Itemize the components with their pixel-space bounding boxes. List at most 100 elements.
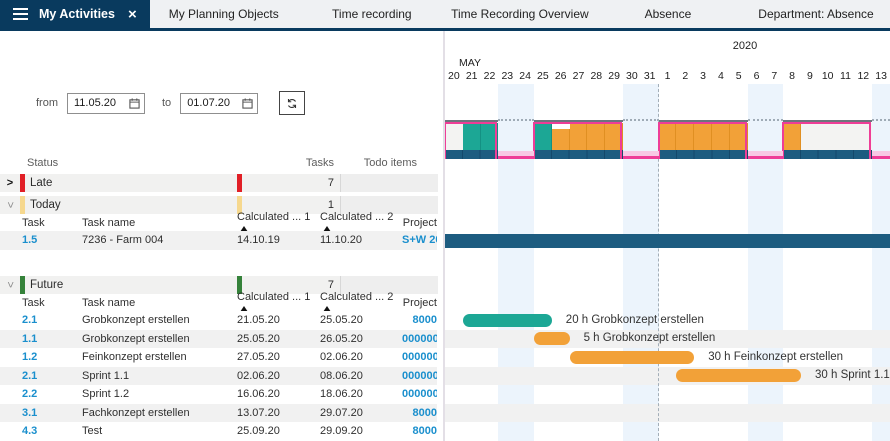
task-id-link[interactable]: 1.5: [0, 234, 82, 246]
gantt-bar-label: 30 h Sprint 1.1: [815, 369, 890, 382]
project-col-header[interactable]: Project: [402, 217, 437, 229]
task-name-cell: Feinkonzept erstellen: [82, 351, 237, 363]
tab-time-recording[interactable]: Time recording: [298, 0, 446, 28]
timeline-day-label[interactable]: 4: [712, 70, 730, 82]
tab-my-planning-objects[interactable]: My Planning Objects: [150, 0, 298, 28]
task-id-link[interactable]: 2.2: [0, 388, 82, 400]
timeline-day-label[interactable]: 2: [676, 70, 694, 82]
task-id-link[interactable]: 1.2: [0, 351, 82, 363]
project-link[interactable]: 000000: [402, 351, 437, 363]
expand-group-icon[interactable]: >: [3, 174, 17, 192]
gantt-bar[interactable]: [570, 351, 695, 364]
project-link[interactable]: 8000: [402, 425, 437, 437]
task-id-link[interactable]: 3.1: [0, 407, 82, 419]
timeline-day-label[interactable]: 13: [872, 70, 890, 82]
collapse-group-icon[interactable]: >: [1, 278, 19, 292]
timeline-day-label[interactable]: 10: [819, 70, 837, 82]
timeline-day-label[interactable]: 22: [481, 70, 499, 82]
timeline-day-label[interactable]: 12: [854, 70, 872, 82]
group-todo-cell: [340, 174, 438, 192]
project-link[interactable]: 000000: [402, 388, 437, 400]
task-col-header[interactable]: Task: [0, 217, 82, 229]
table-row[interactable]: 4.3Test25.09.2029.09.208000: [0, 422, 437, 441]
timeline-day-label[interactable]: 5: [730, 70, 748, 82]
group-task-count: 7: [237, 279, 340, 291]
timeline-day-label[interactable]: 29: [605, 70, 623, 82]
task-id-link[interactable]: 1.1: [0, 333, 82, 345]
task-id-link[interactable]: 2.1: [0, 370, 82, 382]
timeline-day-label[interactable]: 31: [641, 70, 659, 82]
gantt-bar[interactable]: [534, 332, 570, 345]
gantt-bar-full-range[interactable]: [445, 234, 890, 249]
task-subheader-row: TaskTask nameCalculated ... 1Calculated …: [0, 215, 437, 231]
timeline-year-label: 2020: [733, 40, 757, 52]
timeline-day-label[interactable]: 1: [659, 70, 677, 82]
table-row[interactable]: 2.1Grobkonzept erstellen21.05.2025.05.20…: [0, 311, 437, 330]
weekend-column: [872, 84, 890, 441]
table-row[interactable]: 2.2Sprint 1.216.06.2018.06.20000000: [0, 385, 437, 404]
calc-date-1-cell: 14.10.19: [237, 234, 320, 246]
project-link[interactable]: 000000: [402, 370, 437, 382]
task-id-link[interactable]: 2.1: [0, 314, 82, 326]
timeline-day-label[interactable]: 3: [694, 70, 712, 82]
project-link[interactable]: 8000: [402, 314, 437, 326]
task-name-col-header[interactable]: Task name: [82, 217, 237, 229]
status-column-header[interactable]: Status: [27, 157, 58, 169]
group-task-count: 7: [237, 177, 340, 189]
timeline-day-label[interactable]: 23: [498, 70, 516, 82]
tab-my-activities[interactable]: My Activities ×: [0, 0, 150, 28]
task-name-cell: Grobkonzept erstellen: [82, 314, 237, 326]
task-name-col-header[interactable]: Task name: [82, 297, 237, 309]
tab-department-absence[interactable]: Department: Absence: [742, 0, 890, 28]
group-status-strip: [20, 276, 25, 294]
table-row[interactable]: 2.1Sprint 1.102.06.2008.06.20000000: [0, 367, 437, 386]
active-tab-label: My Activities: [39, 7, 115, 21]
project-link[interactable]: S+W 20X: [402, 234, 437, 246]
task-id-link[interactable]: 4.3: [0, 425, 82, 437]
gantt-bar-label: 5 h Grobkonzept erstellen: [584, 332, 716, 345]
collapse-group-icon[interactable]: >: [1, 198, 19, 212]
task-name-cell: Fachkonzept erstellen: [82, 407, 237, 419]
timeline-day-label[interactable]: 25: [534, 70, 552, 82]
project-link[interactable]: 000000: [402, 333, 437, 345]
gantt-bar[interactable]: [676, 369, 801, 382]
calc-date-1-cell: 25.09.20: [237, 425, 320, 437]
timeline-day-label[interactable]: 26: [552, 70, 570, 82]
capacity-top-line-dotted: [623, 119, 659, 121]
timeline-day-label[interactable]: 30: [623, 70, 641, 82]
timeline-day-label[interactable]: 20: [445, 70, 463, 82]
tab-time-recording-overview[interactable]: Time Recording Overview: [446, 0, 594, 28]
hamburger-menu-icon[interactable]: [13, 5, 28, 23]
todo-column-header[interactable]: Todo items: [340, 157, 417, 169]
timeline-day-label[interactable]: 27: [570, 70, 588, 82]
calc-date-1-cell: 25.05.20: [237, 333, 320, 345]
group-status-cell: Today: [20, 196, 237, 214]
project-link[interactable]: 8000: [402, 407, 437, 419]
table-row[interactable]: 1.57236 - Farm 00414.10.1911.10.20S+W 20…: [0, 231, 437, 250]
timeline-day-label[interactable]: 8: [783, 70, 801, 82]
table-row[interactable]: 1.2Feinkonzept erstellen27.05.2002.06.20…: [0, 348, 437, 367]
gantt-bar[interactable]: [463, 314, 552, 327]
task-subheader-row: TaskTask nameCalculated ... 1Calculated …: [0, 295, 437, 311]
group-task-count: 1: [237, 199, 340, 211]
tasks-column-header[interactable]: Tasks: [237, 157, 334, 169]
calc-date-1-cell: 27.05.20: [237, 351, 320, 363]
timeline-day-label[interactable]: 7: [765, 70, 783, 82]
capacity-limit-line: [445, 122, 497, 159]
timeline-day-label[interactable]: 28: [587, 70, 605, 82]
group-tasks-strip: [237, 174, 242, 192]
timeline-month-label: MAY: [459, 57, 481, 69]
weekend-column: [641, 84, 659, 441]
table-row[interactable]: 3.1Fachkonzept erstellen13.07.2029.07.20…: [0, 404, 437, 423]
timeline-day-label[interactable]: 6: [748, 70, 766, 82]
table-row[interactable]: 1.1Grobkonzept erstellen25.05.2026.05.20…: [0, 330, 437, 349]
timeline-day-label[interactable]: 21: [463, 70, 481, 82]
close-tab-icon[interactable]: ×: [128, 6, 137, 23]
project-col-header[interactable]: Project: [402, 297, 437, 309]
timeline-day-label[interactable]: 24: [516, 70, 534, 82]
timeline-day-label[interactable]: 9: [801, 70, 819, 82]
group-row-late[interactable]: >Late7: [0, 174, 437, 192]
timeline-day-label[interactable]: 11: [837, 70, 855, 82]
tab-absence[interactable]: Absence: [594, 0, 742, 28]
task-col-header[interactable]: Task: [0, 297, 82, 309]
